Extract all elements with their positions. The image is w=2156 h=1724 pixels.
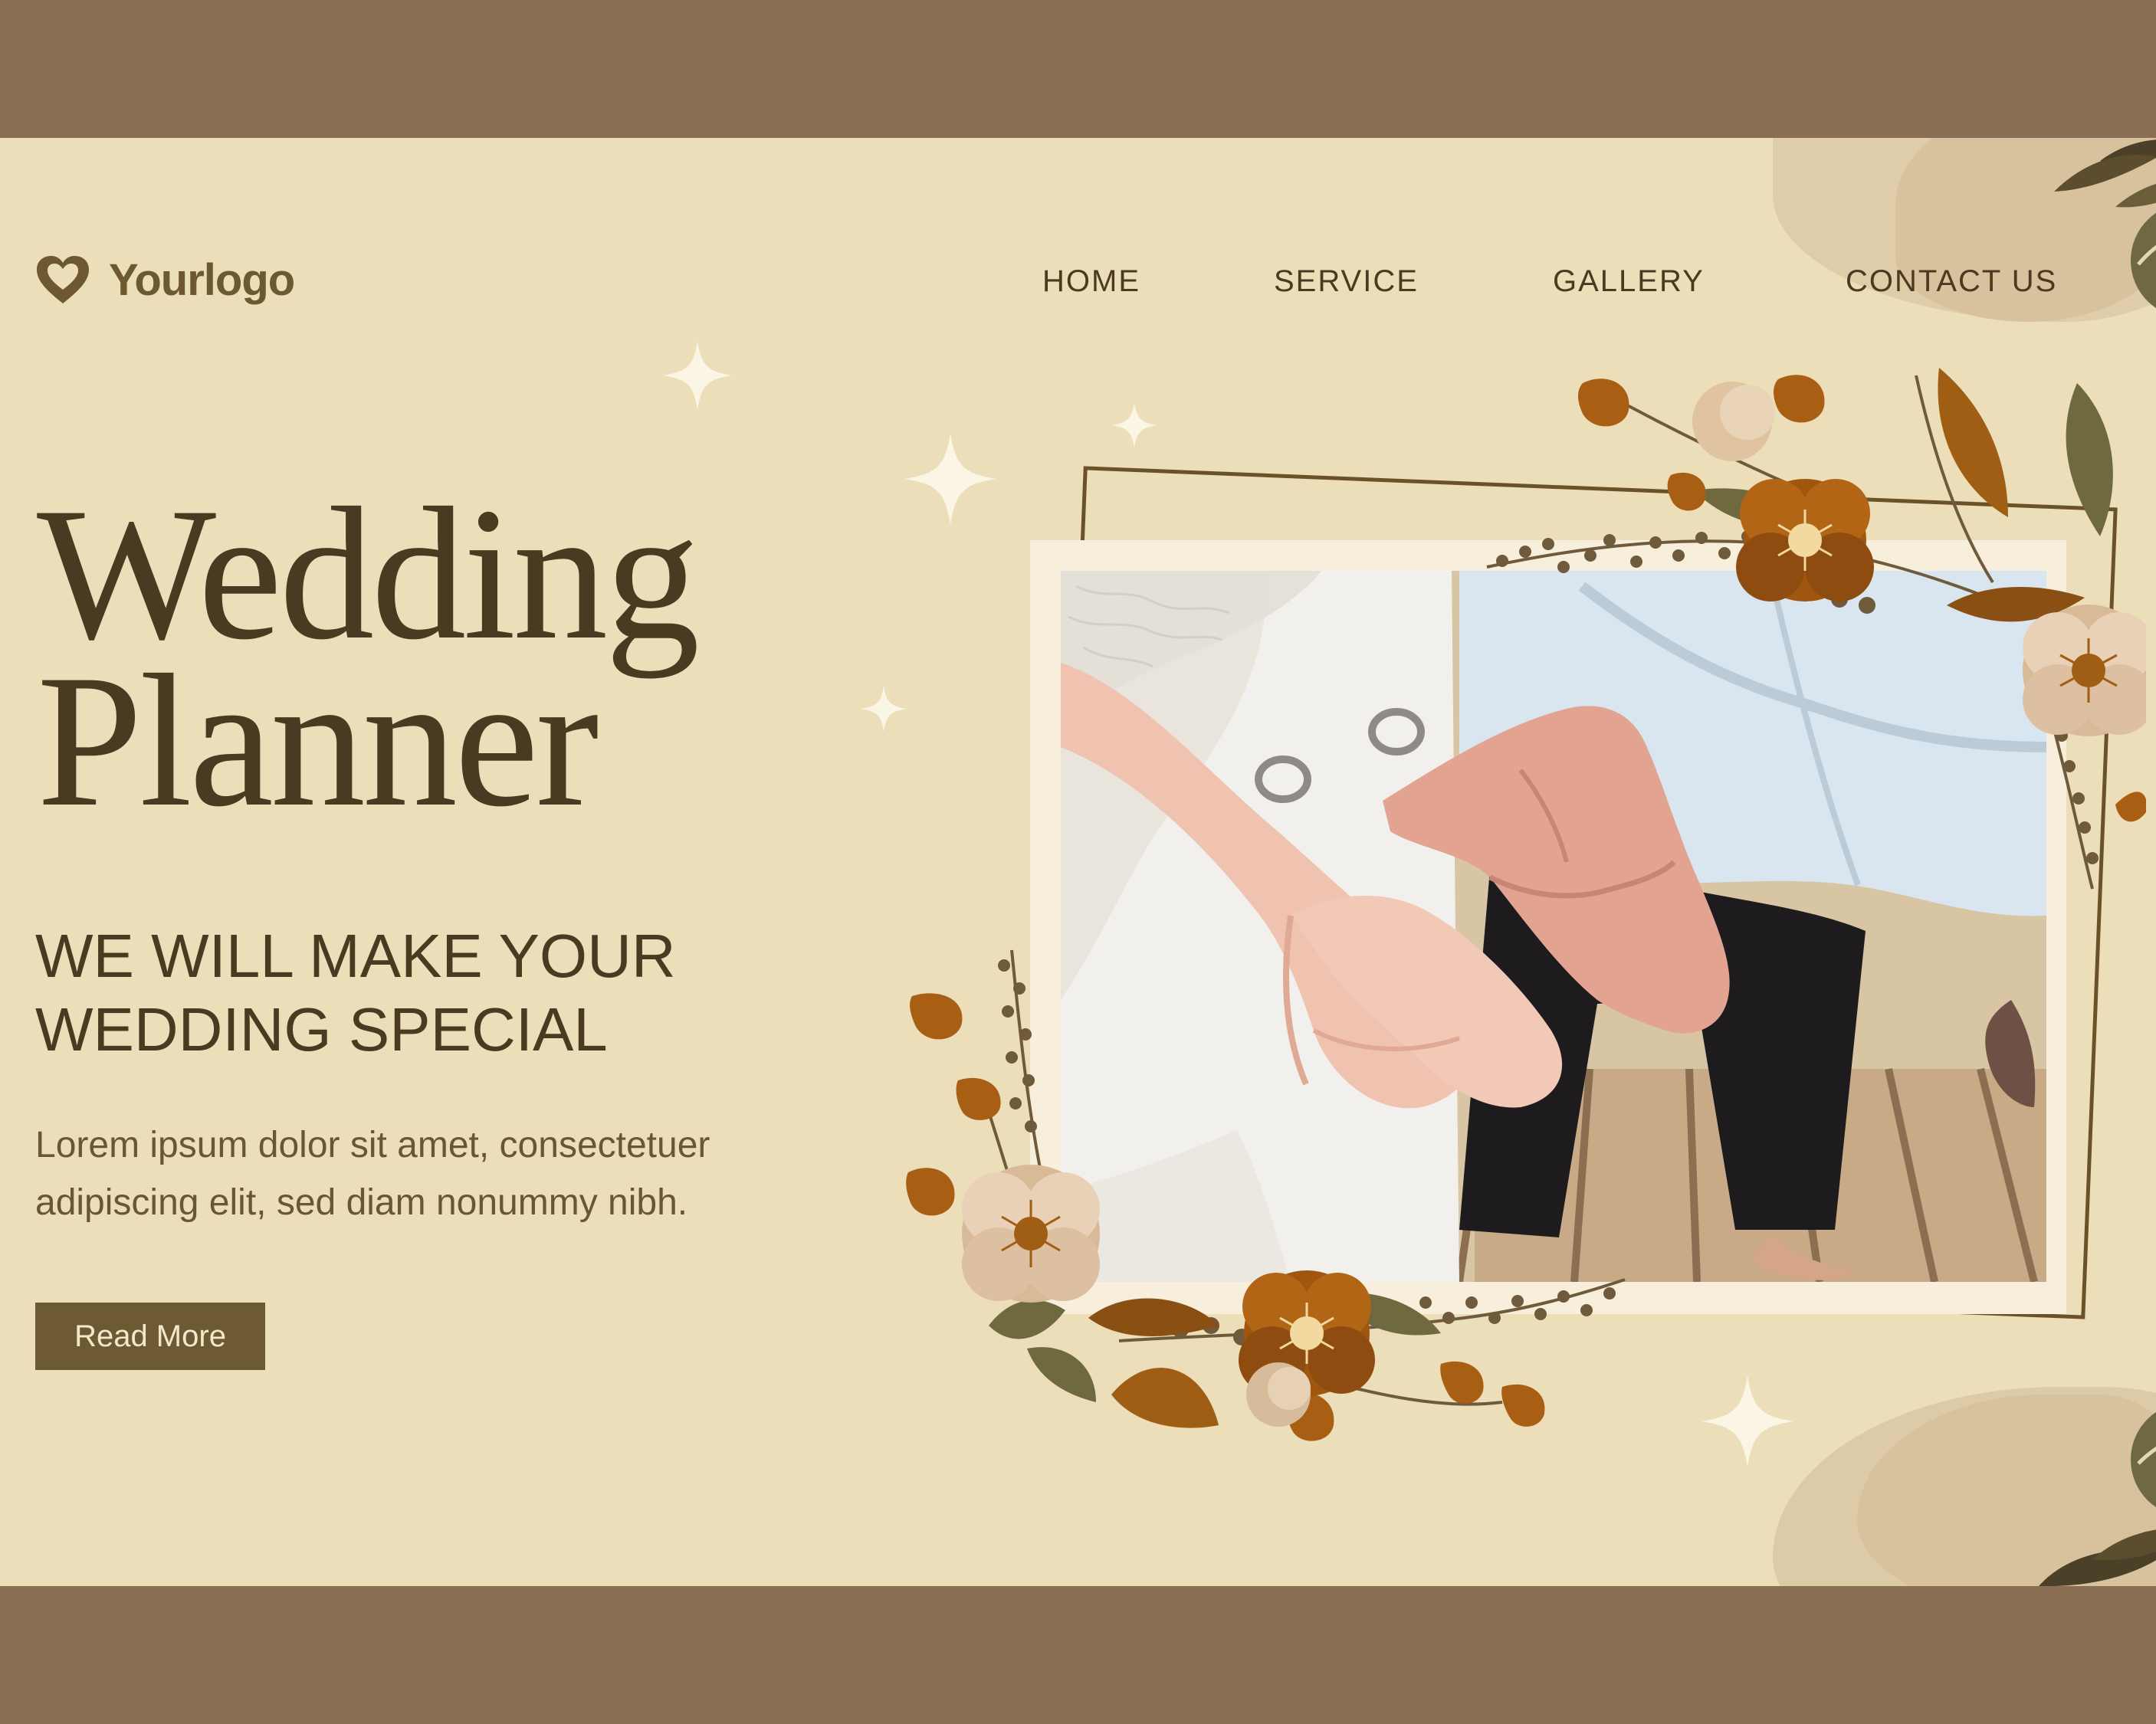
subtitle-line-2: WEDDING SPECIAL: [35, 995, 608, 1064]
description-line-1: Lorem ipsum dolor sit amet, consectetuer: [35, 1125, 710, 1165]
sparkle-icon: [663, 341, 732, 410]
flower-cluster-bottom-left: [906, 949, 1626, 1441]
top-navigation: Yourlogo HOME SERVICE GALLERY CONTACT US: [0, 138, 2156, 305]
sparkle-icon: [1111, 402, 1157, 448]
nav-home[interactable]: HOME: [1042, 264, 1140, 299]
heart-icon: [37, 256, 89, 303]
sparkle-icon: [861, 686, 907, 732]
landing-page: Yourlogo HOME SERVICE GALLERY CONTACT US…: [0, 138, 2156, 1586]
description-line-2: adipiscing elit, sed diam nonummy nibh.: [35, 1182, 688, 1223]
title-line-1: Wedding: [37, 468, 700, 679]
read-more-button[interactable]: Read More: [35, 1303, 265, 1370]
logo-text: Yourlogo: [109, 254, 295, 305]
nav-gallery[interactable]: GALLERY: [1553, 264, 1705, 299]
subtitle-line-1: WE WILL MAKE YOUR: [35, 922, 676, 990]
hero-subtitle: WE WILL MAKE YOUR WEDDING SPECIAL: [35, 919, 878, 1067]
sparkle-icon: [904, 433, 996, 525]
sparkle-icon: [1702, 1375, 1793, 1467]
nav-service[interactable]: SERVICE: [1274, 264, 1419, 299]
nav-contact-us[interactable]: CONTACT US: [1846, 264, 2057, 299]
page-title: Wedding Planner: [37, 468, 700, 846]
corner-leaves-bottom-right: [2039, 1411, 2156, 1586]
title-line-2: Planner: [37, 635, 599, 846]
hero-description: Lorem ipsum dolor sit amet, consectetuer…: [35, 1116, 917, 1231]
brand-logo[interactable]: Yourlogo: [34, 253, 295, 306]
flower-cluster-top-right: [1486, 368, 2146, 890]
